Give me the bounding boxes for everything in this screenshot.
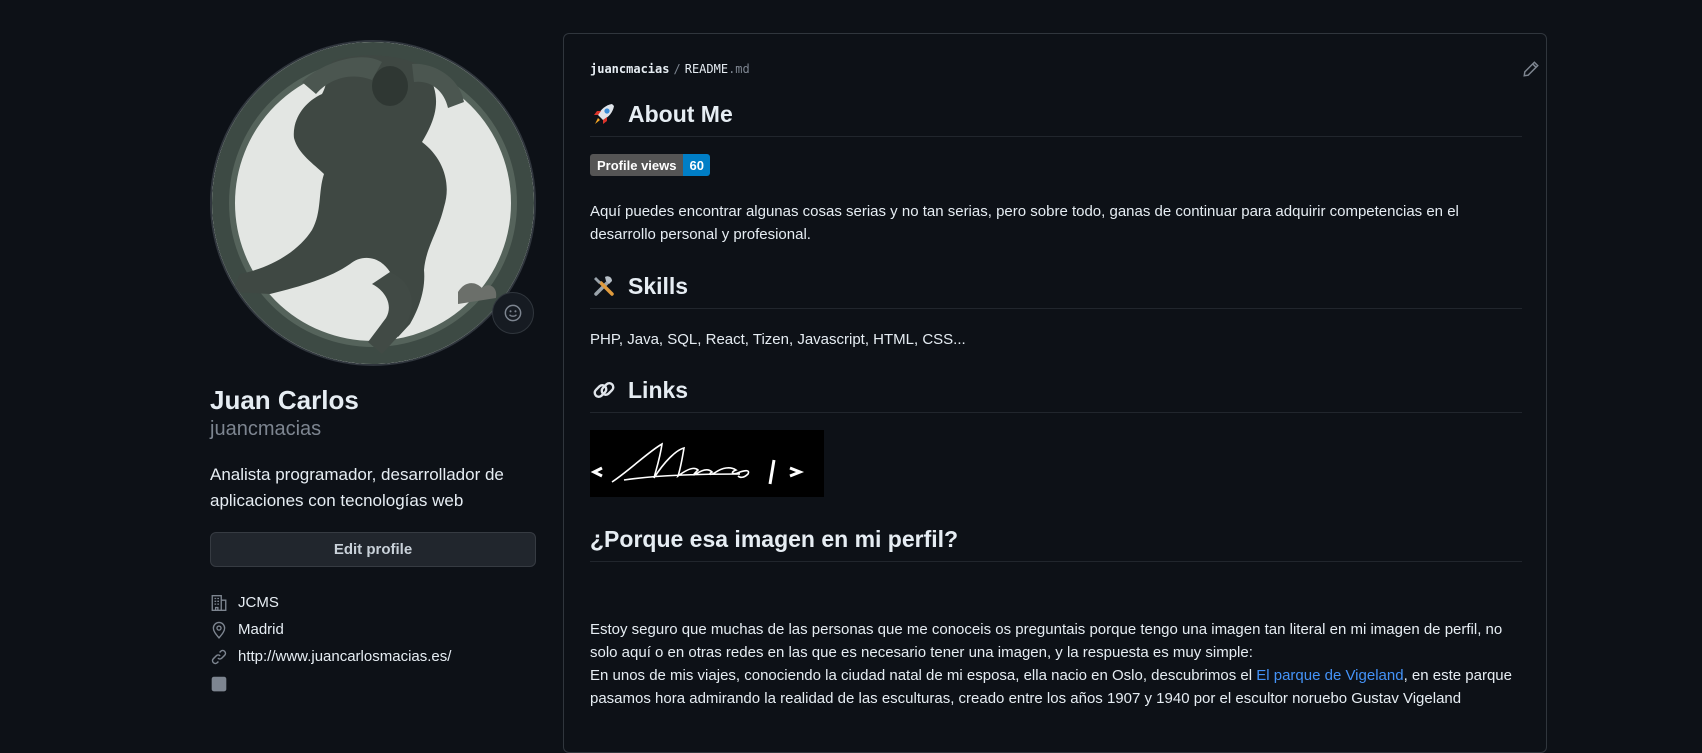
readme-card: juancmacias / README.md About Me Profile v… bbox=[563, 33, 1547, 753]
why-paragraph-1: Estoy seguro que muchas de las personas … bbox=[590, 621, 1503, 661]
profile-company: JCMS bbox=[210, 589, 536, 616]
website-link[interactable]: http://www.juancarlosmacias.es/ bbox=[238, 648, 451, 665]
avatar-container bbox=[210, 40, 536, 366]
pencil-icon bbox=[1523, 61, 1539, 77]
profile-bio: Analista programador, desarrollador de a… bbox=[210, 465, 504, 510]
profile-photo-statue bbox=[212, 42, 534, 364]
macias-logo-image bbox=[590, 442, 805, 485]
social-icon bbox=[210, 675, 228, 693]
why-p2-text-before: En unos de mis viajes, conociendo la ciu… bbox=[590, 667, 1257, 684]
profile-username: juancmacias bbox=[210, 418, 322, 440]
building-icon bbox=[210, 594, 228, 612]
readme-filename[interactable]: README bbox=[685, 62, 728, 76]
vigeland-park-link[interactable]: El parque de Vigeland bbox=[1256, 667, 1403, 684]
profile-sidebar: Juan Carlos juancmacias Analista program… bbox=[210, 40, 536, 697]
smiley-icon bbox=[504, 304, 522, 322]
badge-count: 60 bbox=[683, 154, 710, 176]
tools-icon bbox=[590, 272, 618, 300]
readme-extension: .md bbox=[728, 62, 750, 76]
badge-label: Profile views bbox=[590, 154, 684, 176]
company-text: JCMS bbox=[238, 594, 279, 611]
location-pin-icon bbox=[210, 621, 228, 639]
readme-owner[interactable]: juancmacias bbox=[590, 62, 669, 76]
heading-why-image: ¿Porque esa imagen en mi perfil? bbox=[590, 526, 1522, 562]
edit-profile-button[interactable]: Edit profile bbox=[210, 532, 536, 567]
link-icon bbox=[210, 648, 228, 666]
avatar[interactable] bbox=[210, 40, 536, 366]
profile-extra-row bbox=[210, 670, 536, 697]
about-title: About Me bbox=[628, 100, 733, 127]
skills-paragraph: PHP, Java, SQL, React, Tizen, Javascript… bbox=[590, 331, 966, 348]
breadcrumb-separator: / bbox=[673, 62, 681, 76]
profile-name: Juan Carlos bbox=[210, 385, 359, 415]
heading-skills: Skills bbox=[590, 272, 1522, 309]
macias-logo-link[interactable] bbox=[590, 430, 824, 497]
why-title: ¿Porque esa imagen en mi perfil? bbox=[590, 526, 959, 552]
heading-links: Links bbox=[590, 376, 1522, 413]
profile-views-badge[interactable]: Profile views 60 bbox=[590, 154, 710, 176]
links-title: Links bbox=[628, 376, 689, 403]
why-paragraph-2: En unos de mis viajes, conociendo la ciu… bbox=[590, 664, 1522, 710]
profile-location: Madrid bbox=[210, 616, 536, 643]
edit-readme-button[interactable] bbox=[1522, 60, 1540, 78]
profile-details: JCMS Madrid http://www.juancarlosmacias.… bbox=[210, 589, 536, 697]
links-chain-icon bbox=[590, 376, 618, 404]
about-paragraph: Aquí puedes encontrar algunas cosas seri… bbox=[590, 203, 1459, 243]
profile-website: http://www.juancarlosmacias.es/ bbox=[210, 643, 536, 670]
readme-breadcrumb: juancmacias / README.md bbox=[590, 62, 750, 76]
rocket-icon bbox=[590, 100, 618, 128]
location-text: Madrid bbox=[238, 621, 284, 638]
heading-about-me: About Me bbox=[590, 100, 1522, 137]
set-status-button[interactable] bbox=[492, 292, 534, 334]
skills-title: Skills bbox=[628, 272, 689, 299]
